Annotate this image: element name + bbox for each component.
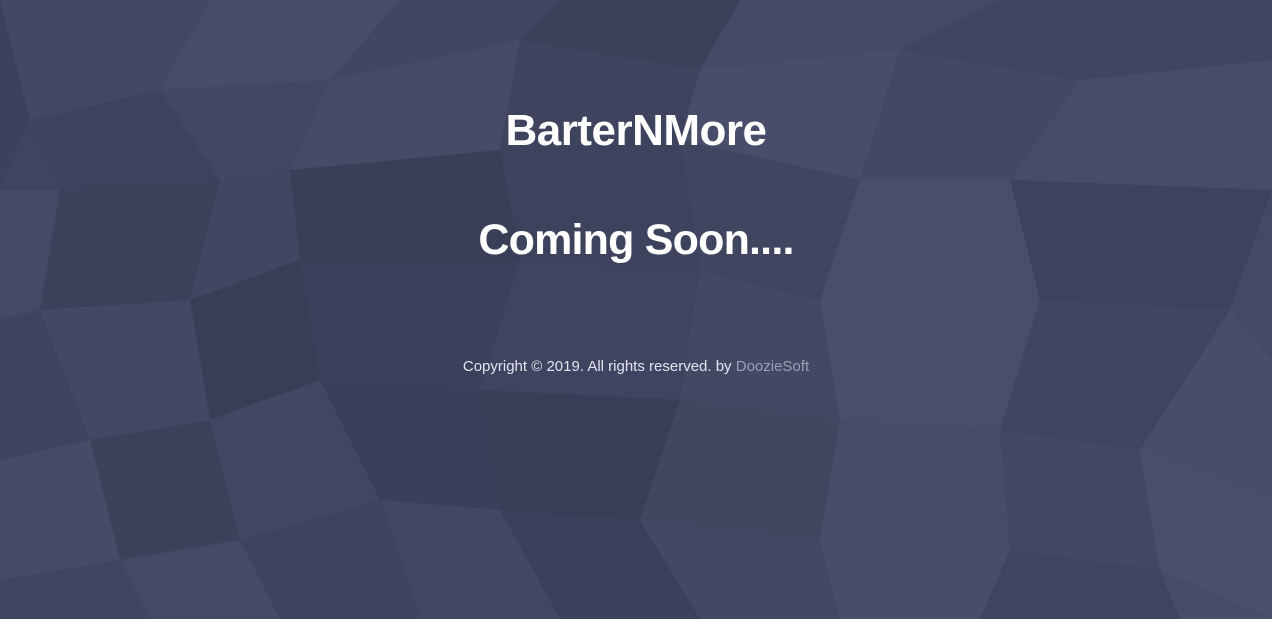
coming-soon-heading: Coming Soon.... [478, 216, 794, 264]
author-link[interactable]: DoozieSoft [736, 358, 809, 375]
copyright-footer: Copyright © 2019. All rights reserved. b… [0, 357, 1272, 377]
site-title: BarterNMore [505, 106, 767, 155]
page-content: BarterNMore Coming Soon.... Copyright © … [0, 0, 1272, 619]
copyright-text: Copyright © 2019. All rights reserved. b… [462, 358, 732, 375]
